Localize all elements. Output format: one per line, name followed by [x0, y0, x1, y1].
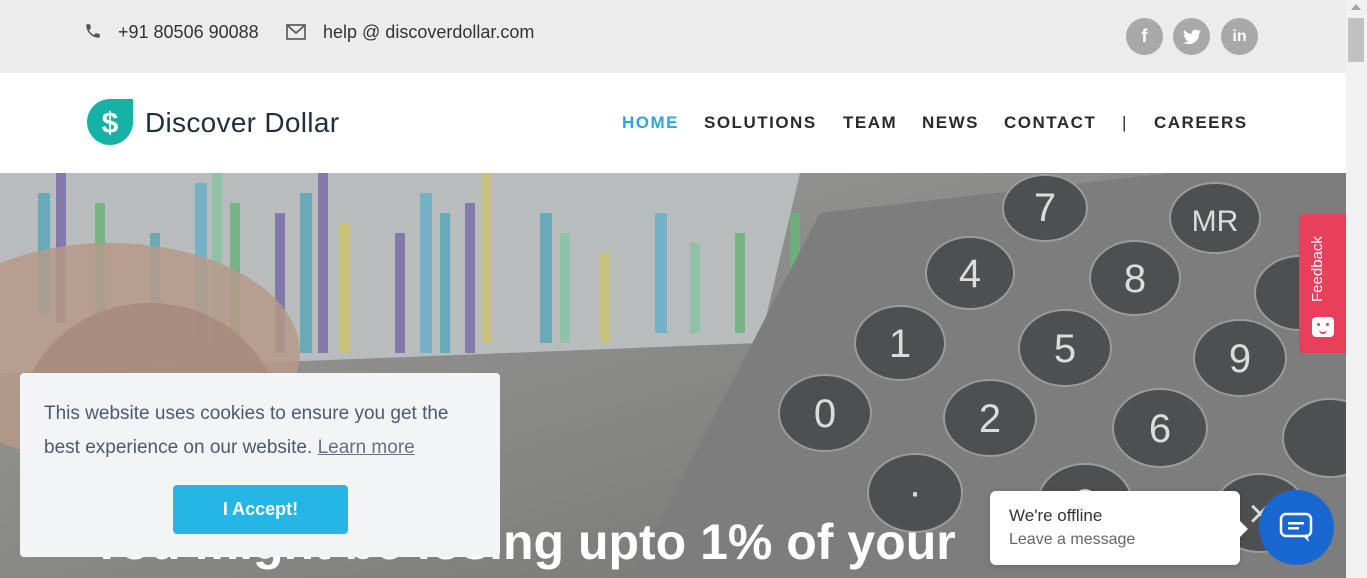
svg-text:7: 7 — [1034, 186, 1056, 230]
scroll-thumb[interactable] — [1348, 18, 1364, 62]
svg-text:2: 2 — [979, 397, 1001, 441]
smiley-icon — [1312, 317, 1334, 337]
chat-status-subtitle: Leave a message — [1009, 531, 1136, 548]
feedback-tab[interactable]: Feedback — [1299, 214, 1346, 353]
chat-offline-bubble[interactable]: We're offline Leave a message — [990, 491, 1248, 565]
top-bar: +91 80506 90088 help @ discoverdollar.co… — [0, 0, 1346, 73]
dollar-logo-icon[interactable]: $ — [86, 98, 134, 146]
nav-solutions[interactable]: SOLUTIONS — [704, 113, 817, 133]
phone-number[interactable]: +91 80506 90088 — [118, 22, 259, 43]
svg-text:4: 4 — [959, 252, 981, 296]
email-address[interactable]: help @ discoverdollar.com — [323, 22, 534, 43]
chat-status-title: We're offline — [1009, 506, 1103, 525]
cookie-banner: This website uses cookies to ensure you … — [20, 373, 500, 557]
svg-text:1: 1 — [889, 322, 911, 366]
nav-separator: | — [1122, 113, 1128, 132]
facebook-button[interactable]: f — [1126, 18, 1163, 55]
svg-text:9: 9 — [1229, 337, 1251, 381]
cookie-message-container: This website uses cookies to ensure you … — [44, 397, 484, 465]
twitter-icon — [1182, 29, 1201, 44]
chat-launcher-button[interactable] — [1259, 490, 1334, 565]
svg-text:0: 0 — [814, 392, 836, 436]
svg-text:·: · — [908, 470, 921, 514]
nav-careers[interactable]: CAREERS — [1154, 113, 1248, 133]
chat-icon — [1279, 512, 1312, 542]
envelope-icon — [286, 24, 306, 40]
linkedin-button[interactable]: in — [1221, 18, 1258, 55]
linkedin-icon: in — [1232, 27, 1247, 45]
svg-text:MR: MR — [1192, 205, 1239, 238]
nav-news[interactable]: NEWS — [922, 113, 979, 133]
svg-text:$: $ — [102, 107, 119, 140]
accept-cookies-button[interactable]: I Accept! — [173, 485, 348, 534]
twitter-button[interactable] — [1173, 18, 1210, 55]
site-header: $ Discover Dollar HOME SOLUTIONS TEAM NE… — [0, 73, 1346, 173]
feedback-label: Feedback — [1309, 236, 1326, 302]
svg-text:8: 8 — [1124, 257, 1146, 301]
phone-icon — [86, 24, 100, 38]
brand-name[interactable]: Discover Dollar — [145, 107, 339, 139]
nav-home[interactable]: HOME — [622, 113, 679, 133]
svg-text:6: 6 — [1149, 407, 1171, 451]
nav-team[interactable]: TEAM — [843, 113, 897, 133]
facebook-icon: f — [1141, 26, 1148, 46]
learn-more-link[interactable]: Learn more — [318, 437, 415, 458]
page-scrollbar[interactable] — [1346, 0, 1367, 578]
scroll-up-arrow-icon[interactable] — [1351, 4, 1361, 10]
nav-contact[interactable]: CONTACT — [1004, 113, 1096, 133]
svg-text:5: 5 — [1054, 327, 1076, 371]
